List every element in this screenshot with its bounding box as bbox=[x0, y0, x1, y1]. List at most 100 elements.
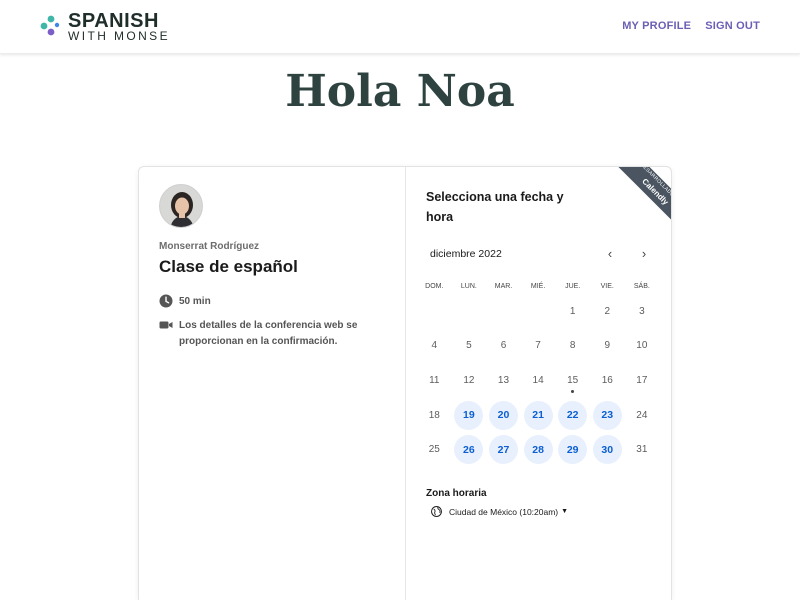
ribbon-brand-text: Calendly bbox=[640, 176, 671, 207]
calendar-day-number: 7 bbox=[535, 340, 541, 352]
calendar-day-number: 6 bbox=[500, 340, 507, 352]
page-greeting: Hola Noa bbox=[285, 66, 515, 117]
calendar-day-number: 29 bbox=[558, 435, 588, 465]
calendar-day-number: 13 bbox=[497, 374, 510, 386]
calendar-day-unavailable: 2 bbox=[590, 294, 625, 329]
calendar-heading: Selecciona una fecha y hora bbox=[426, 190, 564, 224]
host-avatar bbox=[159, 184, 203, 228]
calendar-day-grid: 1 2 3 4 5 6 7 8 9 10 11 12 13 14 15 16 17 18 19 20 21 22 23 24 2… bbox=[417, 294, 662, 467]
calendar-day-available[interactable]: 28 bbox=[521, 432, 556, 467]
my-profile-link[interactable]: MY PROFILE bbox=[622, 20, 691, 32]
calendar-day-number: 20 bbox=[488, 400, 518, 430]
top-navbar: SPANISH WITH MONSE MY PROFILE SIGN OUT bbox=[0, 0, 800, 54]
timezone-label: Zona horaria bbox=[426, 488, 487, 499]
calendar-day-unavailable: 8 bbox=[555, 329, 590, 364]
month-label: diciembre 2022 bbox=[430, 248, 502, 260]
calendar-day-unavailable: 31 bbox=[625, 432, 660, 467]
calendar-day-unavailable: 6 bbox=[486, 329, 521, 364]
calendar-day-available[interactable]: 20 bbox=[486, 398, 521, 433]
today-indicator-dot bbox=[571, 389, 575, 393]
sign-out-link[interactable]: SIGN OUT bbox=[705, 20, 760, 32]
calendar-day-number: 22 bbox=[558, 400, 588, 430]
calendar-day-number: 15 bbox=[567, 374, 579, 386]
calendar-day-number: 24 bbox=[636, 409, 648, 421]
booking-widget: Monserrat Rodríguez Clase de español 50 … bbox=[138, 166, 672, 600]
calendar-day-available[interactable]: 22 bbox=[555, 398, 590, 433]
calendar-day-number: 21 bbox=[523, 400, 553, 430]
calendar-day-unavailable: 10 bbox=[625, 329, 660, 364]
weekday-header-row: DOM. LUN. MAR. MIÉ. JUE. VIE. SÁB. bbox=[417, 283, 662, 290]
weekday-label: SÁB. bbox=[633, 283, 650, 290]
calendar-empty-cell bbox=[486, 294, 521, 329]
calendar-day-unavailable: 3 bbox=[625, 294, 660, 329]
calendar-day-available[interactable]: 21 bbox=[521, 398, 556, 433]
logo-title: SPANISH bbox=[68, 10, 159, 32]
calendar-day-unavailable: 14 bbox=[521, 363, 556, 398]
calendar-day-number: 31 bbox=[636, 444, 648, 456]
timezone-selector[interactable]: Ciudad de México (10:20am) ▼ bbox=[431, 506, 568, 517]
weekday-label: MAR. bbox=[494, 283, 513, 290]
powered-by-calendly-badge[interactable]: DESARROLLADO POR Calendly bbox=[601, 167, 671, 237]
calendar-day-number: 17 bbox=[636, 374, 648, 386]
calendar-day-unavailable: 4 bbox=[417, 329, 452, 364]
weekday-label: LUN. bbox=[460, 283, 477, 290]
calendar-day-available[interactable]: 30 bbox=[590, 432, 625, 467]
header-nav: MY PROFILE SIGN OUT bbox=[622, 20, 760, 32]
calendar-day-unavailable: 25 bbox=[417, 432, 452, 467]
previous-month-button[interactable]: ‹ bbox=[602, 247, 618, 263]
calendar-day-number: 23 bbox=[592, 400, 622, 430]
calendar-day-number: 4 bbox=[431, 340, 438, 352]
calendar-day-number: 11 bbox=[429, 374, 440, 386]
conference-text: Los detalles de la conferencia web se pr… bbox=[179, 320, 358, 347]
calendar-day-unavailable: 13 bbox=[486, 363, 521, 398]
duration-text: 50 min bbox=[179, 296, 211, 307]
calendar-day-unavailable: 9 bbox=[590, 329, 625, 364]
weekday-label: MIÉ. bbox=[530, 283, 546, 290]
calendar-day-number: 3 bbox=[639, 305, 645, 317]
calendar-day-number: 12 bbox=[463, 374, 475, 386]
calendar-day-available[interactable]: 27 bbox=[486, 432, 521, 467]
weekday-label: DOM. bbox=[425, 283, 444, 290]
event-title: Clase de español bbox=[159, 257, 298, 276]
calendar-day-unavailable: 12 bbox=[452, 363, 487, 398]
panel-divider bbox=[405, 167, 406, 600]
chevron-down-icon: ▼ bbox=[561, 508, 569, 515]
video-camera-icon bbox=[159, 321, 173, 329]
calendar-day-available[interactable]: 29 bbox=[555, 432, 590, 467]
calendar-day-number: 5 bbox=[466, 340, 472, 352]
ribbon-banner: DESARROLLADO POR Calendly bbox=[606, 167, 671, 237]
calendar-day-unavailable: 5 bbox=[452, 329, 487, 364]
next-month-button[interactable]: › bbox=[636, 247, 652, 263]
host-photo-icon bbox=[160, 185, 202, 227]
calendar-day-unavailable: 15 bbox=[555, 363, 590, 398]
logo-dots-icon bbox=[40, 15, 60, 36]
calendar-empty-cell bbox=[417, 294, 452, 329]
weekday-label: VIE. bbox=[600, 283, 614, 290]
calendar-day-number: 19 bbox=[454, 400, 484, 430]
brand-logo[interactable]: SPANISH WITH MONSE bbox=[40, 11, 180, 43]
calendar-day-number: 14 bbox=[532, 374, 544, 386]
calendar-day-number: 8 bbox=[569, 340, 576, 352]
calendar-day-number: 26 bbox=[454, 435, 484, 465]
logo-subtitle: WITH MONSE bbox=[68, 29, 170, 43]
event-conference: Los detalles de la conferencia web se pr… bbox=[159, 318, 369, 350]
calendar-day-available[interactable]: 23 bbox=[590, 398, 625, 433]
calendar-day-number: 30 bbox=[592, 435, 622, 465]
calendar-day-available[interactable]: 26 bbox=[452, 432, 487, 467]
calendar-day-number: 27 bbox=[488, 435, 518, 465]
calendar-day-unavailable: 24 bbox=[625, 398, 660, 433]
timezone-value: Ciudad de México (10:20am) bbox=[449, 506, 559, 517]
calendar-day-available[interactable]: 19 bbox=[452, 398, 487, 433]
calendar-day-number: 25 bbox=[428, 444, 440, 456]
calendar-empty-cell bbox=[521, 294, 556, 329]
weekday-label: JUE. bbox=[565, 283, 581, 290]
calendar-day-unavailable: 1 bbox=[555, 294, 590, 329]
globe-icon bbox=[431, 506, 442, 517]
calendar-day-unavailable: 7 bbox=[521, 329, 556, 364]
calendar-day-number: 28 bbox=[523, 435, 553, 465]
calendar-day-unavailable: 16 bbox=[590, 363, 625, 398]
calendar-day-number: 1 bbox=[569, 305, 576, 317]
calendar-day-number: 16 bbox=[601, 374, 613, 386]
calendar-empty-cell bbox=[452, 294, 487, 329]
calendar-day-unavailable: 17 bbox=[625, 363, 660, 398]
